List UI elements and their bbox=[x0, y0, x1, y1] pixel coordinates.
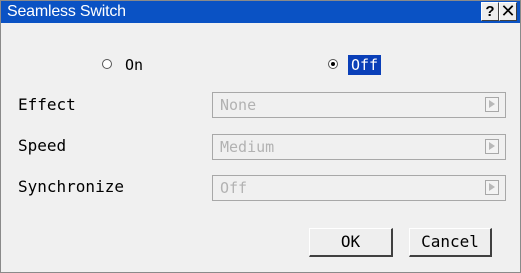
speed-value: Medium bbox=[220, 138, 275, 156]
help-button[interactable]: ? bbox=[481, 2, 499, 21]
ok-button[interactable]: OK bbox=[309, 228, 393, 257]
help-icon: ? bbox=[485, 3, 495, 20]
title-bar[interactable]: Seamless Switch ? ✕ bbox=[1, 1, 520, 23]
synchronize-value: Off bbox=[220, 179, 248, 197]
effect-value: None bbox=[220, 96, 257, 114]
synchronize-select[interactable]: Off bbox=[212, 175, 506, 201]
cancel-button[interactable]: Cancel bbox=[409, 228, 492, 257]
effect-dropdown-arrow-icon[interactable] bbox=[485, 97, 499, 112]
effect-select[interactable]: None bbox=[212, 92, 506, 118]
close-button[interactable]: ✕ bbox=[499, 2, 517, 21]
effect-label: Effect bbox=[18, 95, 76, 114]
radio-off-label: Off bbox=[348, 54, 382, 75]
radio-on[interactable]: On bbox=[102, 54, 146, 74]
close-icon: ✕ bbox=[500, 1, 516, 21]
seamless-switch-dialog: Seamless Switch ? ✕ On Off Effect None S… bbox=[0, 0, 521, 273]
window-title: Seamless Switch bbox=[7, 3, 126, 20]
speed-select[interactable]: Medium bbox=[212, 134, 506, 160]
synchronize-label: Synchronize bbox=[18, 177, 124, 196]
synchronize-dropdown-arrow-icon[interactable] bbox=[485, 180, 499, 195]
speed-dropdown-arrow-icon[interactable] bbox=[485, 139, 499, 154]
speed-label: Speed bbox=[18, 136, 67, 155]
radio-on-label: On bbox=[125, 55, 144, 74]
radio-on-icon[interactable] bbox=[102, 58, 112, 69]
radio-off-icon[interactable] bbox=[328, 58, 338, 69]
radio-off[interactable]: Off bbox=[328, 54, 382, 75]
